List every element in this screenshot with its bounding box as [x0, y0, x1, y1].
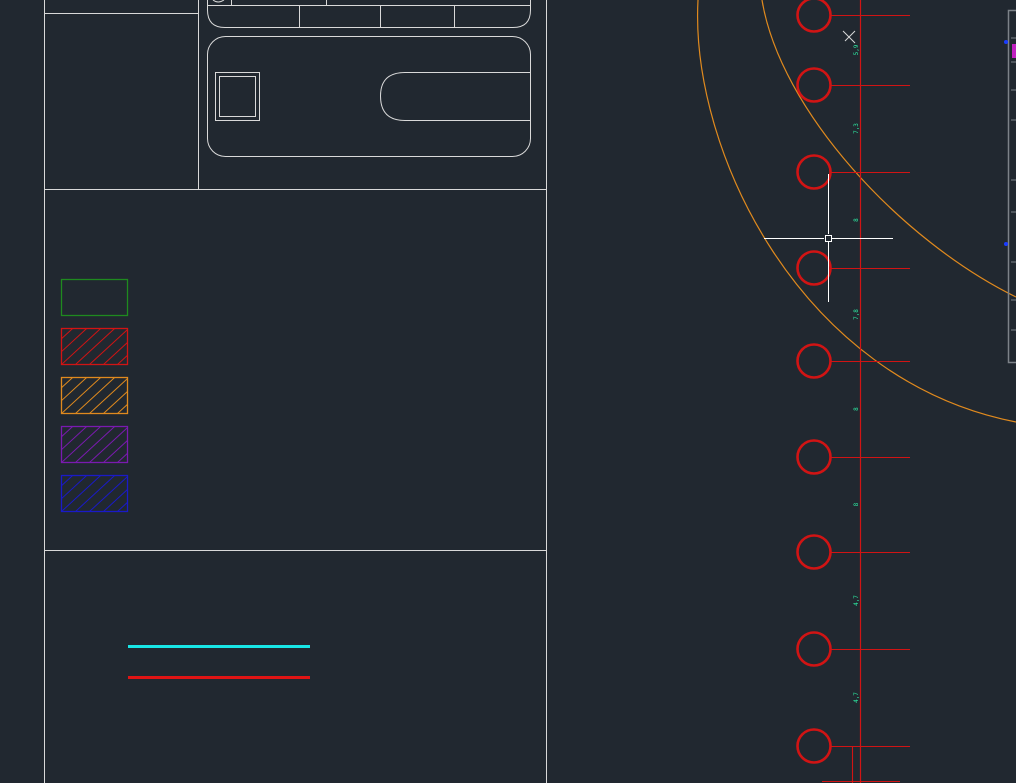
hatch-pattern: [61, 426, 128, 463]
legend-swatch: [60, 474, 129, 513]
side-panel-frame: [1007, 9, 1016, 364]
column-marker[interactable]: [796, 631, 911, 667]
orbit-arc-inner: [761, 0, 1016, 298]
legend-swatch-border: [60, 278, 129, 317]
legend-swatch: [60, 376, 129, 415]
crosshair-cursor-icon: [764, 174, 893, 302]
column-marker[interactable]: [796, 67, 911, 103]
column-circle[interactable]: [796, 67, 832, 103]
column-marker[interactable]: [796, 534, 911, 570]
side-panel-grip-marker: [1004, 40, 1008, 44]
capsule-shape: [379, 72, 531, 121]
title-logo-block: [207, 36, 531, 157]
hatch-pattern: [61, 377, 128, 414]
column-circle[interactable]: [796, 439, 832, 475]
column-circle[interactable]: [796, 250, 832, 286]
column-marker[interactable]: [796, 439, 911, 475]
orbit-arcs: [697, 0, 1016, 423]
logo-square-inner: [219, 76, 256, 117]
side-panel-accent: [1012, 44, 1016, 58]
column-circle[interactable]: [796, 154, 832, 190]
hatch-pattern: [61, 475, 128, 512]
legend-swatch: [60, 278, 129, 317]
column-grid: 5,9 7,3 8 7,8 8 8 4,7 4,7: [796, 0, 911, 783]
dimension-label: 5,9: [853, 44, 860, 55]
legend-swatch: [60, 425, 129, 464]
legend-swatch: [60, 327, 129, 366]
dimension-label: 8: [853, 218, 860, 222]
legend-line-list: [128, 645, 310, 679]
dimension-label: 8: [853, 407, 860, 411]
drawing-canvas[interactable]: 5,9 7,3 8 7,8 8 8 4,7 4,7: [0, 0, 1016, 783]
column-marker[interactable]: [796, 154, 911, 190]
snap-marker-icon: [842, 30, 856, 44]
dimension-label: 8: [853, 502, 860, 506]
sheet-frame: [44, 0, 547, 783]
side-panel-grip-marker: [1004, 242, 1008, 246]
column-marker[interactable]: [796, 250, 911, 286]
column-circle[interactable]: [796, 728, 832, 764]
dimension-label: 4,7: [853, 595, 860, 606]
hatch-pattern: [61, 328, 128, 365]
orbit-arc-outer: [697, 0, 1016, 423]
column-circle[interactable]: [796, 534, 832, 570]
side-panel[interactable]: [1004, 9, 1016, 364]
column-circle[interactable]: [796, 0, 832, 33]
dimension-label: 7,8: [853, 309, 860, 320]
column-circle[interactable]: [796, 343, 832, 379]
column-marker[interactable]: [796, 728, 911, 764]
title-header-cells: [207, 0, 531, 28]
logo-square-outer: [215, 72, 260, 121]
dimension-label: 7,3: [853, 123, 860, 134]
column-marker[interactable]: [796, 0, 911, 33]
dimension-label: 4,7: [853, 692, 860, 703]
column-circle[interactable]: [796, 631, 832, 667]
legend-swatch-list: [60, 278, 129, 513]
pickbox-icon: [825, 235, 832, 242]
model-space-viewport[interactable]: 5,9 7,3 8 7,8 8 8 4,7 4,7: [0, 0, 1016, 783]
